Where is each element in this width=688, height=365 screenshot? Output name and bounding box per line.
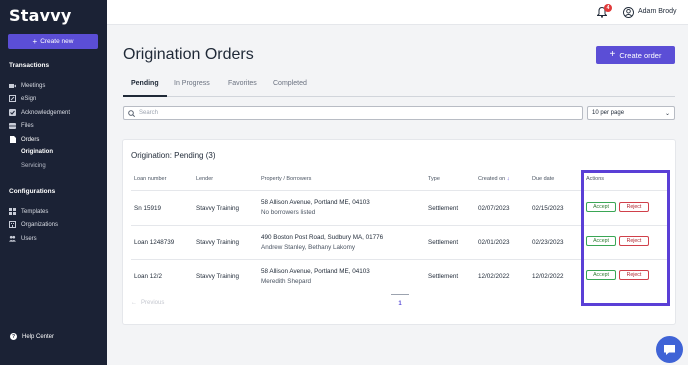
tab-bar: Pending In Progress Favorites Completed xyxy=(123,75,675,97)
arrow-left-icon: ← xyxy=(131,300,137,306)
topbar: 4 Adam Brody xyxy=(107,0,688,25)
sidebar-item-acknowledgement[interactable]: Acknowledgement xyxy=(9,109,70,116)
sidebar-item-templates[interactable]: Templates xyxy=(9,208,48,215)
loan-number-cell: Loan 12/2 xyxy=(134,273,163,280)
user-name[interactable]: Adam Brody xyxy=(638,8,677,15)
due-date-cell: 02/15/2023 xyxy=(532,205,564,212)
sidebar-item-label: Orders xyxy=(21,136,40,143)
tab-pending[interactable]: Pending xyxy=(131,80,159,87)
previous-label: Previous xyxy=(141,300,165,306)
page-number[interactable]: 1 xyxy=(391,294,409,307)
property-cell: 490 Boston Post Road, Sudbury MA, 01776 xyxy=(261,234,384,241)
sidebar-item-files[interactable]: Files xyxy=(9,122,34,129)
chevron-down-icon: ⌄ xyxy=(664,111,670,117)
type-cell: Settlement xyxy=(428,205,459,212)
inbox-icon xyxy=(9,122,16,129)
property-cell: 58 Allison Avenue, Portland ME, 04103 xyxy=(261,268,370,275)
column-header-due-date: Due date xyxy=(532,176,555,182)
user-circle-icon[interactable] xyxy=(623,7,634,18)
actions-highlight-box xyxy=(581,170,670,306)
borrowers-cell: Andrew Stanley, Bethany Lakomy xyxy=(261,244,356,251)
sidebar-item-esign[interactable]: eSign xyxy=(9,95,36,102)
sidebar-item-users[interactable]: Users xyxy=(9,235,37,242)
sidebar-item-label: Files xyxy=(21,122,34,129)
created-on-cell: 02/07/2023 xyxy=(478,205,510,212)
due-date-cell: 12/02/2022 xyxy=(532,273,564,280)
column-header-loan-number: Loan number xyxy=(134,176,167,182)
sidebar-item-label: Meetings xyxy=(21,82,46,89)
logo: Stavvy xyxy=(9,6,72,25)
created-on-cell: 02/01/2023 xyxy=(478,239,510,246)
chat-button[interactable] xyxy=(656,336,683,363)
search-icon xyxy=(128,109,135,117)
sidebar-item-label: Organizations xyxy=(21,221,59,228)
per-page-value: 10 per page xyxy=(592,110,625,116)
type-cell: Settlement xyxy=(428,273,459,280)
lender-cell: Stavvy Training xyxy=(196,205,240,212)
search-placeholder: Search xyxy=(139,110,159,116)
plus-icon: + xyxy=(609,49,616,60)
table-title: Origination: Pending (3) xyxy=(131,151,216,160)
building-icon xyxy=(9,221,16,228)
sidebar-item-organizations[interactable]: Organizations xyxy=(9,221,58,228)
sidebar-subitem-servicing[interactable]: Servicing xyxy=(21,163,46,169)
type-cell: Settlement xyxy=(428,239,459,246)
sidebar-item-label: Acknowledgement xyxy=(21,109,71,116)
users-icon xyxy=(9,235,16,242)
sidebar-item-meetings[interactable]: Meetings xyxy=(9,82,45,89)
borrowers-cell: Meredith Shepard xyxy=(261,278,312,285)
notification-badge: 4 xyxy=(604,4,612,12)
sidebar-item-label: eSign xyxy=(21,95,37,102)
create-order-label: Create order xyxy=(619,50,662,60)
column-header-lender: Lender xyxy=(196,176,214,182)
sidebar-subitem-origination[interactable]: Origination xyxy=(21,149,53,155)
tab-completed[interactable]: Completed xyxy=(273,80,307,87)
check-square-icon xyxy=(9,109,16,116)
column-header-created-on[interactable]: Created on ↓ xyxy=(478,176,510,182)
due-date-cell: 02/23/2023 xyxy=(532,239,564,246)
sidebar-item-label: Users xyxy=(21,235,37,242)
search-input[interactable]: Search xyxy=(123,106,583,120)
tab-favorites[interactable]: Favorites xyxy=(228,80,257,87)
column-header-type: Type xyxy=(428,176,440,182)
loan-number-cell: Loan 1248739 xyxy=(134,239,175,246)
question-icon: ? xyxy=(10,333,17,340)
create-order-button[interactable]: + Create order xyxy=(596,46,675,64)
per-page-select[interactable]: 10 per page ⌄ xyxy=(587,106,675,120)
grid-icon xyxy=(9,208,16,215)
loan-number-cell: Sn 15919 xyxy=(134,205,161,212)
sidebar-item-label: Templates xyxy=(21,208,49,215)
created-on-label: Created on xyxy=(478,176,506,182)
sidebar: Stavvy + Create new Transactions Meeting… xyxy=(0,0,107,365)
chat-bubble-icon xyxy=(664,344,675,355)
sidebar-item-orders[interactable]: Orders xyxy=(9,136,39,143)
help-center-label: Help Center xyxy=(22,333,55,340)
section-transactions: Transactions xyxy=(9,62,50,69)
section-configurations: Configurations xyxy=(9,188,56,195)
pen-icon xyxy=(9,95,16,102)
lender-cell: Stavvy Training xyxy=(196,273,240,280)
page-title: Origination Orders xyxy=(123,46,254,63)
tab-in-progress[interactable]: In Progress xyxy=(174,80,210,87)
borrowers-cell: No borrowers listed xyxy=(261,209,316,216)
sort-arrow-icon: ↓ xyxy=(506,176,510,182)
help-center-link[interactable]: ? Help Center xyxy=(10,333,54,340)
create-new-button[interactable]: + Create new xyxy=(8,34,98,49)
document-icon xyxy=(9,136,16,143)
column-header-property: Property / Borrowers xyxy=(261,176,312,182)
created-on-cell: 12/02/2022 xyxy=(478,273,510,280)
video-icon xyxy=(9,82,16,89)
previous-page-button[interactable]: ← Previous xyxy=(131,300,164,306)
lender-cell: Stavvy Training xyxy=(196,239,240,246)
create-new-label: Create new xyxy=(40,38,74,45)
property-cell: 58 Allison Avenue, Portland ME, 04103 xyxy=(261,199,370,206)
active-tab-indicator xyxy=(123,95,167,97)
plus-icon: + xyxy=(32,36,38,46)
